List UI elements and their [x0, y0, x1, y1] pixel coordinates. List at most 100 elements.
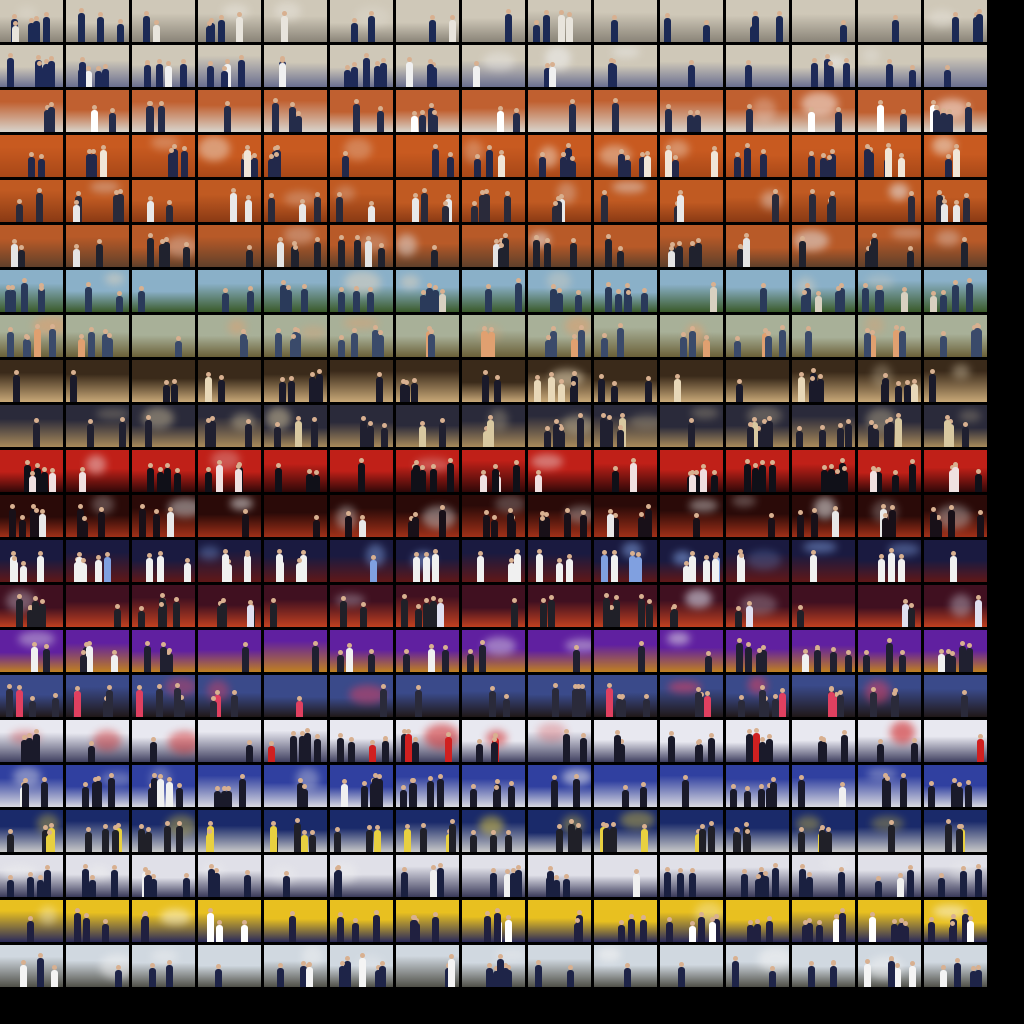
photo-thumbnail[interactable]: [66, 225, 129, 267]
photo-thumbnail[interactable]: [660, 675, 723, 717]
photo-thumbnail[interactable]: [462, 225, 525, 267]
photo-thumbnail[interactable]: [858, 810, 921, 852]
photo-thumbnail[interactable]: [396, 855, 459, 897]
photo-thumbnail[interactable]: [858, 540, 921, 582]
photo-thumbnail[interactable]: [132, 90, 195, 132]
photo-thumbnail[interactable]: [66, 945, 129, 987]
photo-thumbnail[interactable]: [792, 855, 855, 897]
photo-thumbnail[interactable]: [330, 675, 393, 717]
photo-thumbnail[interactable]: [330, 225, 393, 267]
photo-thumbnail[interactable]: [198, 90, 261, 132]
photo-thumbnail[interactable]: [264, 360, 327, 402]
photo-thumbnail[interactable]: [132, 405, 195, 447]
photo-thumbnail[interactable]: [330, 495, 393, 537]
photo-thumbnail[interactable]: [924, 225, 987, 267]
photo-thumbnail[interactable]: [594, 45, 657, 87]
photo-thumbnail[interactable]: [396, 720, 459, 762]
photo-thumbnail[interactable]: [594, 180, 657, 222]
photo-thumbnail[interactable]: [594, 90, 657, 132]
photo-thumbnail[interactable]: [264, 225, 327, 267]
photo-thumbnail[interactable]: [198, 855, 261, 897]
photo-thumbnail[interactable]: [396, 405, 459, 447]
photo-thumbnail[interactable]: [0, 270, 63, 312]
photo-thumbnail[interactable]: [198, 180, 261, 222]
photo-thumbnail[interactable]: [0, 405, 63, 447]
photo-thumbnail[interactable]: [66, 720, 129, 762]
photo-thumbnail[interactable]: [330, 765, 393, 807]
photo-thumbnail[interactable]: [66, 495, 129, 537]
photo-thumbnail[interactable]: [132, 225, 195, 267]
photo-thumbnail[interactable]: [198, 225, 261, 267]
photo-thumbnail[interactable]: [858, 855, 921, 897]
photo-thumbnail[interactable]: [792, 180, 855, 222]
photo-thumbnail[interactable]: [198, 675, 261, 717]
photo-thumbnail[interactable]: [858, 720, 921, 762]
photo-thumbnail[interactable]: [330, 135, 393, 177]
photo-thumbnail[interactable]: [0, 0, 63, 42]
photo-thumbnail[interactable]: [264, 540, 327, 582]
photo-thumbnail[interactable]: [0, 585, 63, 627]
photo-thumbnail[interactable]: [462, 900, 525, 942]
photo-thumbnail[interactable]: [594, 585, 657, 627]
photo-thumbnail[interactable]: [264, 270, 327, 312]
photo-thumbnail[interactable]: [462, 765, 525, 807]
photo-thumbnail[interactable]: [264, 630, 327, 672]
photo-thumbnail[interactable]: [462, 90, 525, 132]
photo-thumbnail[interactable]: [792, 360, 855, 402]
photo-thumbnail[interactable]: [528, 495, 591, 537]
photo-thumbnail[interactable]: [0, 540, 63, 582]
photo-thumbnail[interactable]: [726, 360, 789, 402]
photo-thumbnail[interactable]: [594, 675, 657, 717]
photo-thumbnail[interactable]: [330, 270, 393, 312]
photo-thumbnail[interactable]: [264, 855, 327, 897]
photo-thumbnail[interactable]: [594, 720, 657, 762]
photo-thumbnail[interactable]: [594, 855, 657, 897]
photo-thumbnail[interactable]: [528, 315, 591, 357]
photo-thumbnail[interactable]: [660, 135, 723, 177]
photo-thumbnail[interactable]: [66, 0, 129, 42]
photo-thumbnail[interactable]: [198, 540, 261, 582]
photo-thumbnail[interactable]: [858, 495, 921, 537]
photo-thumbnail[interactable]: [330, 720, 393, 762]
photo-thumbnail[interactable]: [660, 630, 723, 672]
photo-thumbnail[interactable]: [0, 765, 63, 807]
photo-thumbnail[interactable]: [198, 630, 261, 672]
photo-thumbnail[interactable]: [132, 360, 195, 402]
photo-thumbnail[interactable]: [0, 630, 63, 672]
photo-thumbnail[interactable]: [726, 945, 789, 987]
photo-thumbnail[interactable]: [264, 495, 327, 537]
photo-thumbnail[interactable]: [0, 225, 63, 267]
photo-thumbnail[interactable]: [660, 90, 723, 132]
photo-thumbnail[interactable]: [924, 360, 987, 402]
photo-thumbnail[interactable]: [462, 495, 525, 537]
photo-thumbnail[interactable]: [132, 585, 195, 627]
photo-thumbnail[interactable]: [594, 360, 657, 402]
photo-thumbnail[interactable]: [330, 900, 393, 942]
photo-thumbnail[interactable]: [330, 180, 393, 222]
photo-thumbnail[interactable]: [924, 270, 987, 312]
photo-thumbnail[interactable]: [396, 540, 459, 582]
photo-thumbnail[interactable]: [396, 810, 459, 852]
photo-thumbnail[interactable]: [726, 405, 789, 447]
photo-thumbnail[interactable]: [660, 855, 723, 897]
photo-thumbnail[interactable]: [858, 270, 921, 312]
photo-thumbnail[interactable]: [198, 585, 261, 627]
photo-thumbnail[interactable]: [0, 720, 63, 762]
photo-thumbnail[interactable]: [264, 180, 327, 222]
photo-thumbnail[interactable]: [264, 810, 327, 852]
photo-thumbnail[interactable]: [396, 270, 459, 312]
photo-thumbnail[interactable]: [594, 135, 657, 177]
photo-thumbnail[interactable]: [858, 675, 921, 717]
photo-thumbnail[interactable]: [0, 450, 63, 492]
photo-thumbnail[interactable]: [924, 855, 987, 897]
photo-thumbnail[interactable]: [792, 225, 855, 267]
photo-thumbnail[interactable]: [528, 900, 591, 942]
photo-thumbnail[interactable]: [66, 675, 129, 717]
photo-thumbnail[interactable]: [792, 540, 855, 582]
photo-thumbnail[interactable]: [594, 540, 657, 582]
photo-thumbnail[interactable]: [858, 900, 921, 942]
photo-thumbnail[interactable]: [198, 315, 261, 357]
photo-thumbnail[interactable]: [264, 45, 327, 87]
photo-thumbnail[interactable]: [528, 720, 591, 762]
photo-thumbnail[interactable]: [66, 270, 129, 312]
